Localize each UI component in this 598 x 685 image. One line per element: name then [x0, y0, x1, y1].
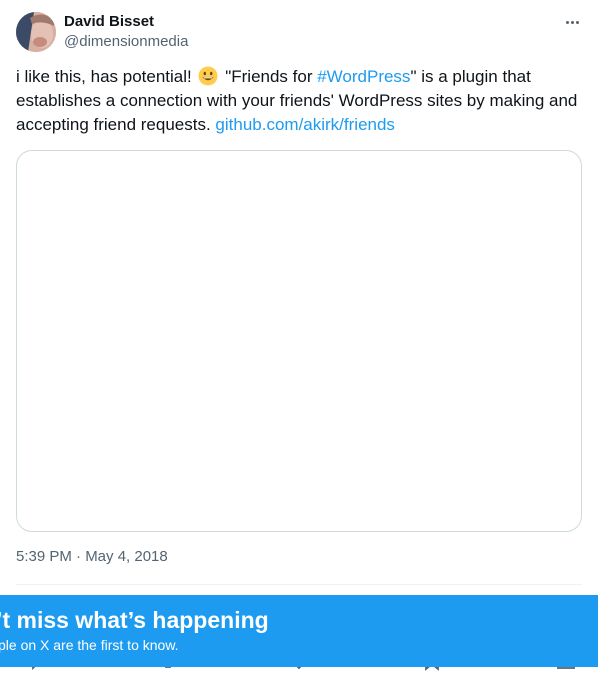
divider	[16, 584, 582, 585]
media-card[interactable]	[16, 150, 582, 532]
external-link[interactable]: github.com/akirk/friends	[215, 115, 395, 134]
tweet-text-part: "Friends for	[220, 67, 318, 86]
tweet-text-part: i like this, has potential!	[16, 67, 197, 86]
tweet-text: i like this, has potential! "Friends for…	[16, 65, 582, 137]
author-name[interactable]: David Bisset	[64, 13, 154, 30]
signup-banner[interactable]: n’t miss what’s happening ple on X are t…	[0, 595, 598, 667]
hashtag-link[interactable]: #WordPress	[317, 67, 410, 86]
author-handle[interactable]: @dimensionmedia	[64, 33, 188, 50]
banner-subtitle: ple on X are the first to know.	[0, 637, 179, 653]
tweet-timestamp[interactable]: 5:39 PM · May 4, 2018	[16, 548, 168, 565]
banner-title: n’t miss what’s happening	[0, 607, 269, 633]
more-icon[interactable]	[562, 14, 582, 30]
avatar[interactable]	[16, 12, 56, 52]
tweet-header: David Bisset @dimensionmedia	[16, 12, 582, 56]
smiley-emoji	[198, 66, 218, 86]
